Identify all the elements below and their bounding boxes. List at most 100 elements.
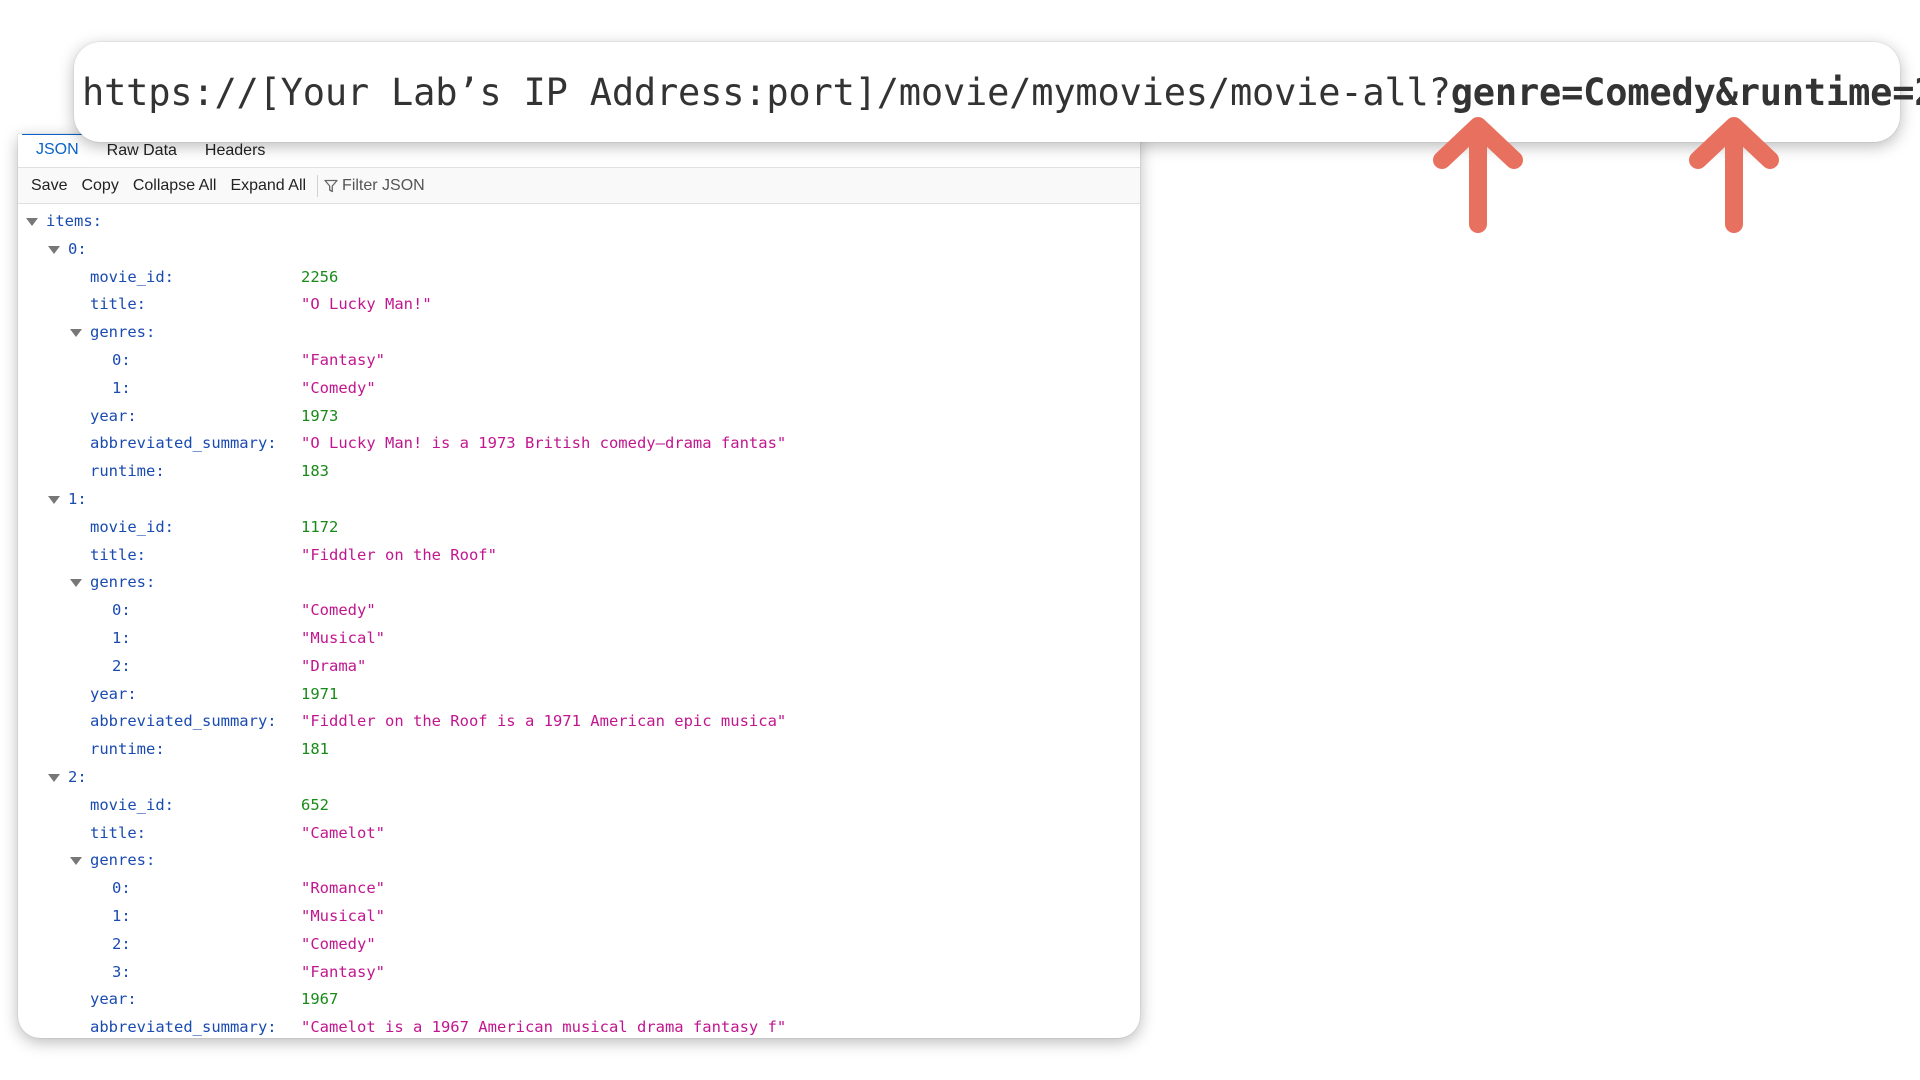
filter-json-input[interactable]: Filter JSON bbox=[324, 177, 425, 195]
tree-key: movie_id: bbox=[90, 517, 174, 536]
url-query: genre=Comedy&runtime=210 bbox=[1450, 70, 1920, 114]
expand-all-button[interactable]: Expand All bbox=[223, 177, 313, 195]
tree-leaf-row: 1: "Musical" bbox=[18, 625, 1140, 653]
save-button[interactable]: Save bbox=[24, 177, 74, 195]
tree-leaf-row: abbreviated_summary: "Camelot is a 1967 A… bbox=[18, 1014, 1140, 1038]
filter-icon bbox=[324, 179, 338, 192]
tree-key: movie_id: bbox=[90, 267, 174, 286]
tree-key: genres: bbox=[90, 573, 156, 592]
tree-leaf-row: title: "Camelot" bbox=[18, 820, 1140, 848]
tree-value: 2256 bbox=[301, 267, 339, 286]
tree-leaf-row: 1: "Musical" bbox=[18, 903, 1140, 931]
collapse-all-button[interactable]: Collapse All bbox=[126, 177, 224, 195]
tree-leaf-row: abbreviated_summary: "O Lucky Man! is a 1… bbox=[18, 430, 1140, 458]
tree-leaf-row: 0: "Comedy" bbox=[18, 597, 1140, 625]
tree-node-row[interactable]: genres: bbox=[18, 847, 1140, 875]
tree-key: year: bbox=[90, 406, 137, 425]
tree-leaf-row: 0: "Romance" bbox=[18, 875, 1140, 903]
tree-key: year: bbox=[90, 990, 137, 1009]
tree-key: 0: bbox=[112, 601, 131, 620]
arrow-up-icon bbox=[1689, 117, 1779, 233]
filter-placeholder: Filter JSON bbox=[342, 176, 425, 194]
tree-value: "Musical" bbox=[301, 906, 385, 925]
tree-key: 2: bbox=[112, 934, 131, 953]
tree-key: 0: bbox=[68, 239, 87, 258]
tree-key: runtime: bbox=[90, 462, 165, 481]
tree-leaf-row: movie_id: 652 bbox=[18, 792, 1140, 820]
tree-key: items: bbox=[46, 212, 102, 230]
tree-leaf-row: abbreviated_summary: "Fiddler on the Roof… bbox=[18, 708, 1140, 736]
tree-key: 1: bbox=[112, 628, 131, 647]
tree-key: 3: bbox=[112, 962, 131, 981]
tree-key: 1: bbox=[68, 489, 87, 508]
tree-node-row[interactable]: items: bbox=[18, 208, 1140, 236]
tree-key: 0: bbox=[112, 350, 131, 369]
tree-value: "Comedy" bbox=[301, 378, 376, 397]
tree-leaf-row: 2: "Comedy" bbox=[18, 931, 1140, 959]
tree-leaf-row: runtime: 181 bbox=[18, 736, 1140, 764]
tab-json[interactable]: JSON bbox=[22, 134, 93, 167]
tree-value: 1967 bbox=[301, 990, 339, 1009]
tree-key: title: bbox=[90, 295, 146, 314]
tree-value: 181 bbox=[301, 740, 329, 759]
tree-key: runtime: bbox=[90, 740, 165, 759]
tree-leaf-row: movie_id: 1172 bbox=[18, 514, 1140, 542]
tree-leaf-row: 0: "Fantasy" bbox=[18, 347, 1140, 375]
tree-value: "O Lucky Man!" bbox=[301, 295, 432, 314]
tree-value: "Fantasy" bbox=[301, 962, 385, 981]
tree-key: title: bbox=[90, 545, 146, 564]
tree-node-row[interactable]: genres: bbox=[18, 569, 1140, 597]
tree-value: 652 bbox=[301, 795, 329, 814]
expand-toggle-icon[interactable] bbox=[70, 329, 82, 338]
expand-toggle-icon[interactable] bbox=[48, 495, 60, 504]
tree-value: 1172 bbox=[301, 517, 339, 536]
tree-value: 1971 bbox=[301, 684, 339, 703]
tree-leaf-row: 2: "Drama" bbox=[18, 653, 1140, 681]
tree-value: "Fiddler on the Roof" bbox=[301, 545, 497, 564]
url-bar[interactable]: https://[Your Lab’s IP Address:port]/mov… bbox=[74, 42, 1920, 142]
expand-toggle-icon[interactable] bbox=[26, 218, 38, 226]
arrow-up-icon bbox=[1433, 117, 1523, 233]
tree-value: "Camelot is a 1967 American musical dram… bbox=[301, 1018, 787, 1037]
tab-headers[interactable]: Headers bbox=[191, 141, 279, 167]
tree-leaf-row: title: "O Lucky Man!" bbox=[18, 291, 1140, 319]
tree-key: abbreviated_summary: bbox=[90, 1018, 277, 1037]
tab-raw-data[interactable]: Raw Data bbox=[93, 141, 191, 167]
tree-value: 1973 bbox=[301, 406, 339, 425]
tree-value: "Fantasy" bbox=[301, 350, 385, 369]
expand-toggle-icon[interactable] bbox=[48, 245, 60, 254]
tree-key: 0: bbox=[112, 879, 131, 898]
tree-key: movie_id: bbox=[90, 795, 174, 814]
tree-key: genres: bbox=[90, 851, 156, 870]
url-text[interactable]: https://[Your Lab’s IP Address:port]/mov… bbox=[82, 71, 1920, 114]
tree-key: abbreviated_summary: bbox=[90, 434, 277, 453]
tree-value: "Drama" bbox=[301, 656, 367, 675]
tree-key: 2: bbox=[68, 767, 87, 786]
tree-value: 183 bbox=[301, 462, 329, 481]
expand-toggle-icon[interactable] bbox=[70, 579, 82, 588]
tree-key: 1: bbox=[112, 906, 131, 925]
tree-key: 1: bbox=[112, 378, 131, 397]
json-tree: items: 0: movie_id: 2256 title: "O Lucky Man!… bbox=[18, 204, 1140, 1038]
tree-leaf-row: year: 1971 bbox=[18, 681, 1140, 709]
tree-leaf-row: 1: "Comedy" bbox=[18, 375, 1140, 403]
tree-key: year: bbox=[90, 684, 137, 703]
tree-node-row[interactable]: 1: bbox=[18, 486, 1140, 514]
tree-leaf-row: 3: "Fantasy" bbox=[18, 959, 1140, 987]
tree-leaf-row: year: 1973 bbox=[18, 403, 1140, 431]
tree-value: "O Lucky Man! is a 1973 British comedy–d… bbox=[301, 434, 787, 453]
tree-key: 2: bbox=[112, 656, 131, 675]
tree-key: abbreviated_summary: bbox=[90, 712, 277, 731]
expand-toggle-icon[interactable] bbox=[48, 773, 60, 782]
tree-node-row[interactable]: 2: bbox=[18, 764, 1140, 792]
tree-leaf-row: title: "Fiddler on the Roof" bbox=[18, 542, 1140, 570]
tree-value: "Camelot" bbox=[301, 823, 385, 842]
tree-value: "Fiddler on the Roof is a 1971 American … bbox=[301, 712, 787, 731]
tree-node-row[interactable]: genres: bbox=[18, 319, 1140, 347]
copy-button[interactable]: Copy bbox=[74, 177, 125, 195]
expand-toggle-icon[interactable] bbox=[70, 857, 82, 866]
tree-leaf-row: runtime: 183 bbox=[18, 458, 1140, 486]
tree-node-row[interactable]: 0: bbox=[18, 236, 1140, 264]
viewer-toolbar: Save Copy Collapse All Expand All Filter… bbox=[18, 168, 1140, 204]
tree-value: "Comedy" bbox=[301, 934, 376, 953]
